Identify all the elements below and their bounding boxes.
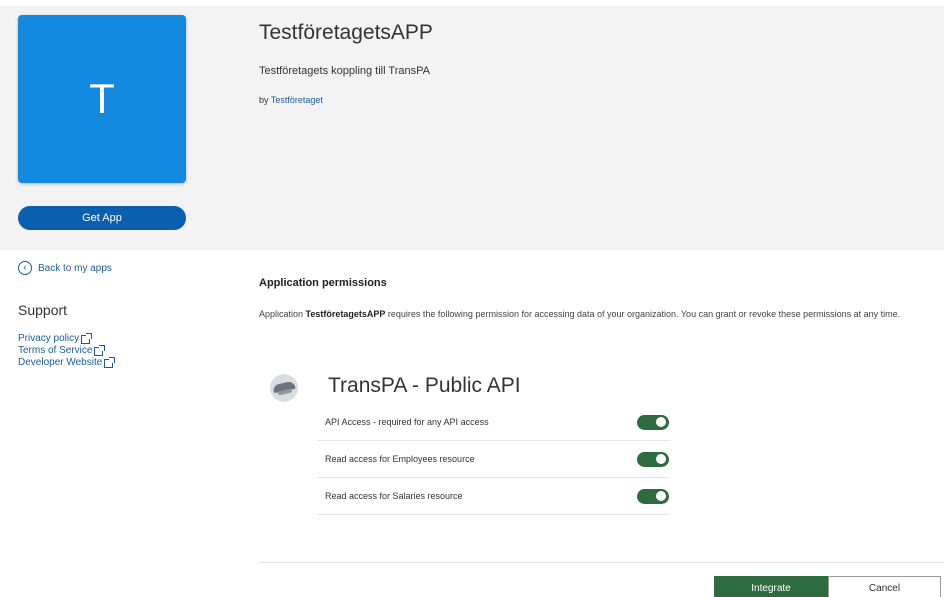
back-to-apps-link[interactable]: ‹ Back to my apps [18,261,112,275]
app-publisher: by Testföretaget [259,95,323,105]
get-app-button[interactable]: Get App [18,206,186,230]
back-label: Back to my apps [38,262,112,274]
permission-label: API Access - required for any API access [325,417,489,427]
permission-label: Read access for Salaries resource [325,491,463,501]
privacy-policy-label: Privacy policy [18,333,80,344]
permission-label: Read access for Employees resource [325,454,475,464]
external-link-icon [104,356,116,368]
app-tile-letter: T [89,75,115,122]
permission-toggle[interactable] [637,451,669,467]
permission-row: Read access for Salaries resource [317,478,670,515]
chevron-left-circle-icon: ‹ [18,261,32,275]
publisher-link[interactable]: Testföretaget [271,95,323,105]
external-link-icon [81,332,93,344]
transpa-logo-icon [270,374,298,402]
permission-row: Read access for Employees resource [317,441,670,478]
privacy-policy-link[interactable]: Privacy policy [18,332,113,345]
terms-of-service-label: Terms of Service [18,345,93,356]
support-heading: Support [18,302,68,318]
external-link-icon [94,344,106,356]
permissions-heading: Application permissions [259,277,387,289]
permissions-text-after: requires the following permission for ac… [385,309,901,319]
permission-row: API Access - required for any API access [317,404,670,441]
api-title: TransPA - Public API [328,374,521,397]
app-description: Testföretagets koppling till TransPA [259,65,430,77]
developer-website-link[interactable]: Developer Website [18,356,116,369]
permission-toggle[interactable] [637,414,669,430]
developer-website-label: Developer Website [18,357,103,368]
publisher-prefix: by [259,95,269,105]
permissions-description: Application TestföretagetsAPP requires t… [259,308,944,320]
permission-list: API Access - required for any API access… [317,404,670,515]
support-links: Privacy policy Terms of Service Develope… [18,332,116,369]
app-title: TestföretagetsAPP [259,21,433,44]
integrate-button[interactable]: Integrate [714,576,828,597]
app-icon-tile: T [18,15,186,183]
permissions-text-before: Application [259,309,306,319]
terms-of-service-link[interactable]: Terms of Service [18,344,113,357]
permissions-app-name: TestföretagetsAPP [305,309,386,319]
cancel-button[interactable]: Cancel [828,576,941,597]
permission-toggle[interactable] [637,488,669,504]
footer-divider [259,562,944,563]
